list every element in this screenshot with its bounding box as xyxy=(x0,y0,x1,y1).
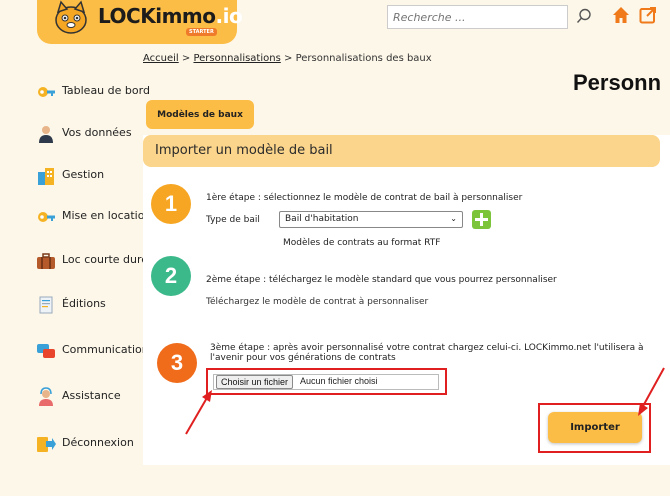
step-1-badge: 1 xyxy=(151,184,191,224)
sidebar-item-deconnexion[interactable]: Déconnexion xyxy=(36,434,146,456)
step-2-text: 2ème étape : téléchargez le modèle stand… xyxy=(206,275,557,285)
section-title: Importer un modèle de bail xyxy=(143,135,660,167)
sidebar-item-vos-donnees[interactable]: Vos données xyxy=(36,124,146,146)
format-note: Modèles de contrats au format RTF xyxy=(283,238,441,248)
page-title: Personn xyxy=(573,70,662,95)
logout-icon xyxy=(37,437,56,452)
building-icon xyxy=(38,168,54,185)
home-icon[interactable] xyxy=(612,6,630,24)
import-button[interactable]: Importer xyxy=(548,412,642,443)
chevron-down-icon: ⌄ xyxy=(450,214,457,223)
file-status: Aucun fichier choisi xyxy=(300,376,378,386)
logo-text[interactable]: LOCKimmo.io xyxy=(98,4,243,28)
choose-file-button[interactable]: Choisir un fichier xyxy=(216,375,294,389)
key-icon xyxy=(38,87,55,97)
chat-icon xyxy=(37,344,55,358)
support-icon xyxy=(39,387,53,406)
file-input-highlight: Choisir un fichier Aucun fichier choisi xyxy=(206,368,447,395)
sidebar-item-label: Communication xyxy=(62,343,149,356)
sidebar-item-label: Gestion xyxy=(62,168,105,181)
external-link-icon[interactable] xyxy=(639,6,657,24)
sidebar-item-communication[interactable]: Communication xyxy=(36,341,149,363)
arrow-annotation-icon xyxy=(185,390,212,435)
breadcrumb-section-link[interactable]: Personnalisations xyxy=(193,53,280,64)
search-input[interactable] xyxy=(387,5,568,29)
step-3-text-line2: l'avenir pour vos générations de contrat… xyxy=(210,353,396,363)
sidebar-item-loc-courte-duree[interactable]: Loc courte durée xyxy=(36,251,155,273)
sidebar-item-assistance[interactable]: Assistance xyxy=(36,387,146,409)
file-input[interactable]: Choisir un fichier Aucun fichier choisi xyxy=(213,374,439,390)
sidebar-item-gestion[interactable]: Gestion xyxy=(36,166,146,188)
search-icon[interactable] xyxy=(576,8,592,24)
key-icon xyxy=(38,212,55,222)
breadcrumb-current: Personnalisations des baux xyxy=(295,53,432,64)
sidebar-item-label: Tableau de bord xyxy=(62,84,150,97)
step-3-badge: 3 xyxy=(157,343,197,383)
suitcase-icon xyxy=(37,253,55,269)
arrow-annotation-icon xyxy=(638,367,665,416)
tab-modeles-de-baux[interactable]: Modèles de baux xyxy=(146,100,254,129)
breadcrumb: Accueil > Personnalisations > Personnali… xyxy=(143,53,432,64)
sidebar-item-tableau-de-bord[interactable]: Tableau de bord xyxy=(36,82,150,104)
lease-type-label: Type de bail xyxy=(206,215,260,225)
sidebar-item-label: Éditions xyxy=(62,297,106,310)
step-2-badge: 2 xyxy=(151,256,191,296)
sidebar-item-mise-en-location[interactable]: Mise en location xyxy=(36,207,151,229)
sidebar-item-label: Mise en location xyxy=(62,209,152,222)
cat-logo-icon xyxy=(55,0,87,34)
step-3-text-line1: 3ème étape : après avoir personnalisé vo… xyxy=(210,343,644,353)
download-template-link[interactable]: Téléchargez le modèle de contrat à perso… xyxy=(206,297,428,307)
sidebar-item-label: Déconnexion xyxy=(62,436,134,449)
step-1-text: 1ère étape : sélectionnez le modèle de c… xyxy=(206,193,523,203)
document-icon xyxy=(39,296,53,314)
plan-badge: STARTER xyxy=(186,28,217,36)
breadcrumb-home-link[interactable]: Accueil xyxy=(143,53,179,64)
sidebar-item-label: Loc courte durée xyxy=(62,253,155,266)
sidebar-item-label: Assistance xyxy=(62,389,121,402)
person-icon xyxy=(39,126,53,143)
add-lease-type-button[interactable] xyxy=(472,210,491,229)
sidebar-item-label: Vos données xyxy=(62,126,132,139)
sidebar-item-editions[interactable]: Éditions xyxy=(36,295,146,317)
lease-type-select[interactable]: Bail d'habitation ⌄ xyxy=(279,211,463,228)
